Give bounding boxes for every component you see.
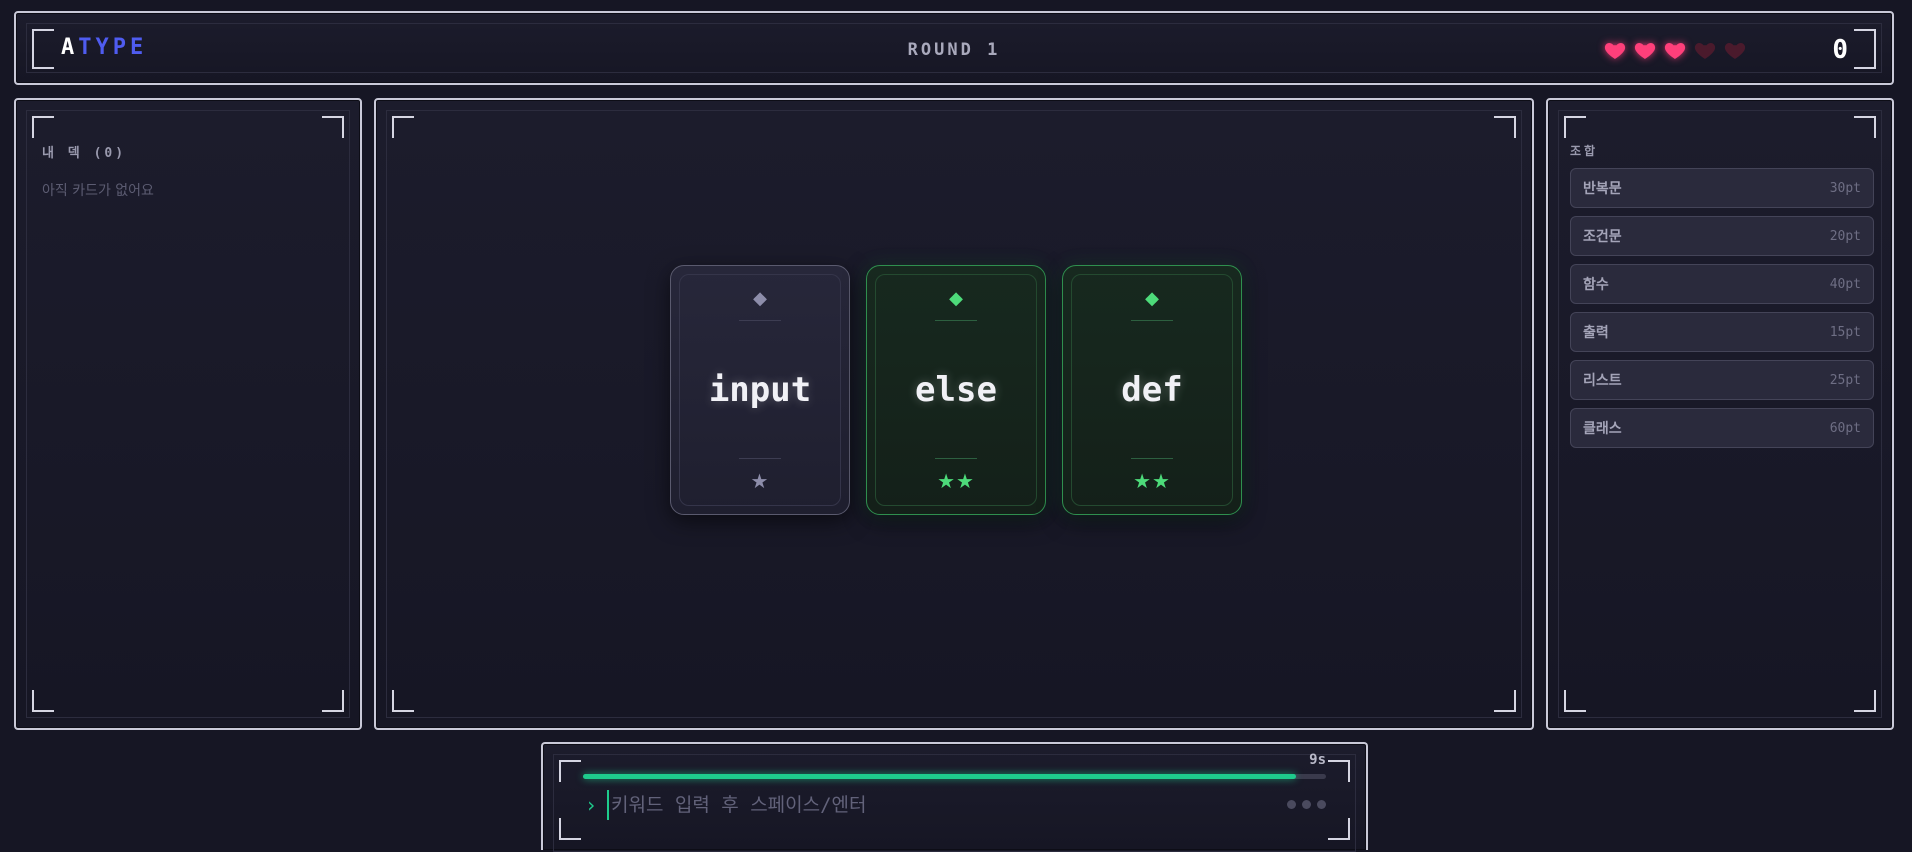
corner-bracket [1854,690,1876,712]
diamond-icon: ◆ [753,288,767,309]
card-keyword: else [915,370,997,410]
corner-bracket [559,818,581,840]
combo-points: 30pt [1829,180,1861,196]
combo-points: 25pt [1829,372,1861,388]
timer-bar-fill [583,774,1297,779]
lives-display [1603,38,1747,62]
corner-bracket [392,116,414,138]
corner-bracket [1494,690,1516,712]
corner-bracket [559,760,581,782]
heart-full-icon [1664,43,1686,59]
combo-name: 클래스 [1583,421,1622,437]
card-divider [1131,320,1173,321]
star-rating-icon: ★ [750,469,770,493]
deck-title: 내 덱 (0) [42,146,127,161]
deck-inner-frame [26,110,350,718]
combo-item[interactable]: 출력 15pt [1570,312,1874,352]
more-icon[interactable] [1287,800,1326,809]
diamond-icon: ◆ [1145,288,1159,309]
deck-panel: 내 덱 (0) 아직 카드가 없어요 [14,98,362,730]
score-display: 0 [1832,35,1848,65]
heart-empty-icon [1724,43,1746,59]
keyword-input[interactable] [607,790,1247,820]
corner-bracket [322,690,344,712]
timer-bar [583,774,1326,779]
combo-item[interactable]: 반복문 30pt [1570,168,1874,208]
corner-bracket [322,116,344,138]
corner-bracket [1328,818,1350,840]
combo-item[interactable]: 리스트 25pt [1570,360,1874,400]
card-divider [739,458,781,459]
timer-seconds: 9s [1309,752,1326,768]
card-input[interactable]: ◆ input ★ [670,265,850,515]
combo-item[interactable]: 함수 40pt [1570,264,1874,304]
combo-list: 반복문 30pt 조건문 20pt 함수 40pt 출력 15pt 리스트 25… [1570,168,1874,448]
card-keyword: input [708,370,812,410]
combo-points: 15pt [1829,324,1861,340]
combo-points: 40pt [1829,276,1861,292]
combo-item[interactable]: 조건문 20pt [1570,216,1874,256]
corner-bracket [1854,116,1876,138]
combo-name: 함수 [1583,277,1609,293]
corner-bracket [1328,760,1350,782]
card-divider [935,458,977,459]
dot [1287,800,1296,809]
deck-empty-message: 아직 카드가 없어요 [42,183,154,199]
prompt-chevron-icon: › [585,793,598,817]
diamond-icon: ◆ [949,288,963,309]
combos-title: 조합 [1570,144,1599,158]
star-rating-icon: ★★ [937,469,975,493]
top-header: ATYPE ROUND 1 0 [14,11,1894,85]
heart-full-icon [1634,43,1656,59]
corner-bracket [1494,116,1516,138]
combo-name: 출력 [1583,325,1609,341]
dot [1317,800,1326,809]
combo-points: 20pt [1829,228,1861,244]
card-divider [739,320,781,321]
card-keyword: def [1121,370,1183,410]
corner-bracket [392,690,414,712]
card-divider [935,320,977,321]
heart-full-icon [1604,43,1626,59]
dot [1302,800,1311,809]
combo-name: 반복문 [1583,181,1622,197]
board-panel: ◆ input ★ ◆ else ★★ ◆ def ★★ [374,98,1534,730]
combo-name: 조건문 [1583,229,1622,245]
card-divider [1131,458,1173,459]
star-rating-icon: ★★ [1133,469,1171,493]
card-def[interactable]: ◆ def ★★ [1062,265,1242,515]
corner-bracket [1564,116,1586,138]
combo-item[interactable]: 클래스 60pt [1570,408,1874,448]
corner-bracket [1564,690,1586,712]
combo-name: 리스트 [1583,373,1622,389]
corner-bracket [32,116,54,138]
input-panel: 9s › [541,742,1368,852]
combo-points: 60pt [1829,420,1861,436]
card-else[interactable]: ◆ else ★★ [866,265,1046,515]
hand-cards: ◆ input ★ ◆ else ★★ ◆ def ★★ [670,265,1242,515]
heart-empty-icon [1694,43,1716,59]
corner-bracket [32,690,54,712]
combos-panel: 조합 반복문 30pt 조건문 20pt 함수 40pt 출력 15pt 리스트… [1546,98,1894,730]
